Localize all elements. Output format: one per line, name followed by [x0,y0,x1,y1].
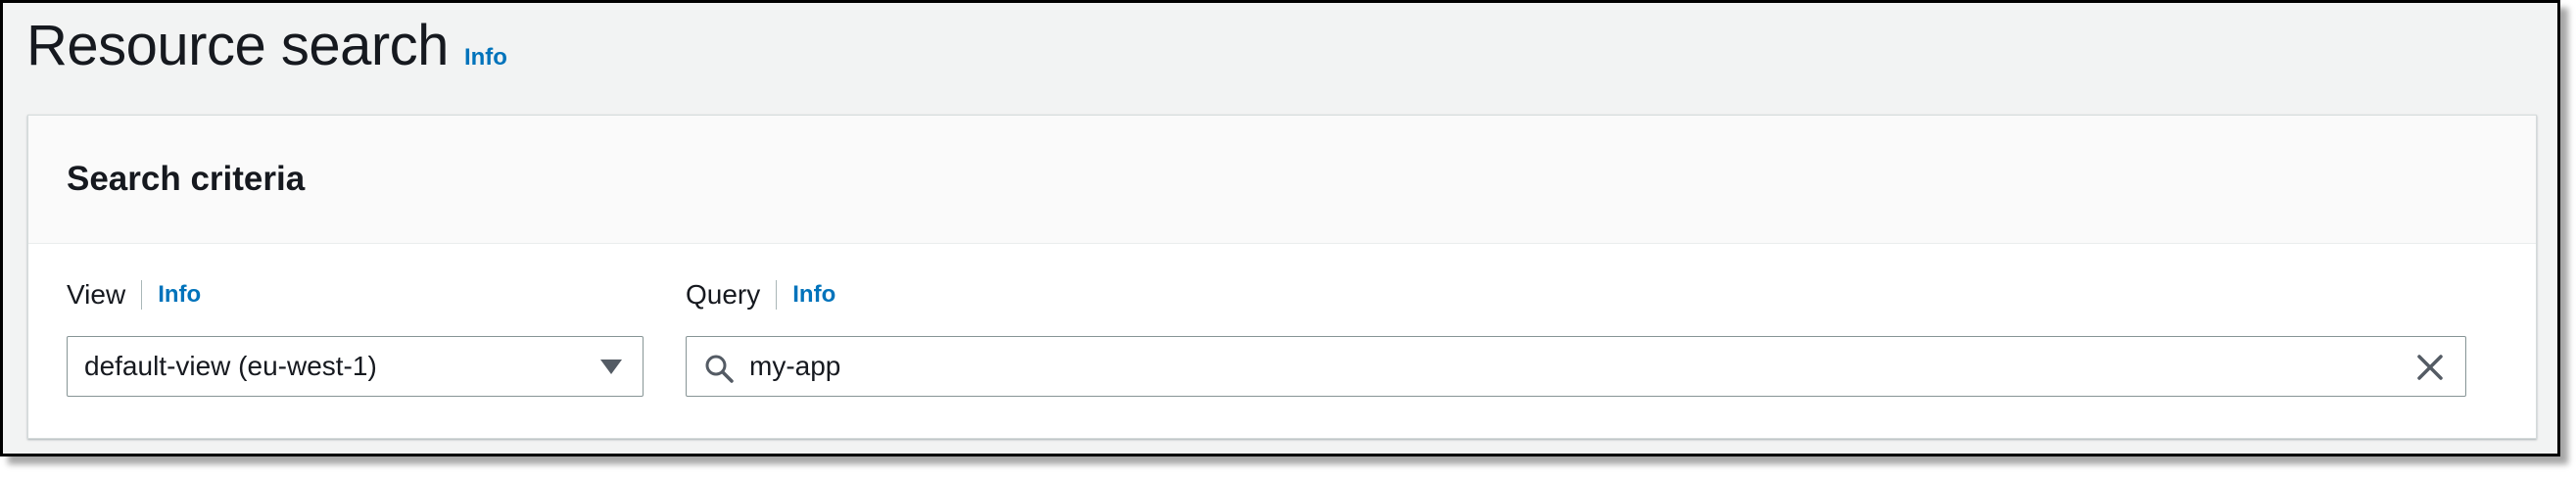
caret-down-icon [600,360,622,374]
query-label-row: Query Info [686,278,835,312]
page-info-link[interactable]: Info [464,44,507,72]
window-frame: Resource search Info Search criteria Vie… [0,0,2560,456]
view-label-divider [141,280,143,310]
query-label-divider [776,280,778,310]
search-criteria-panel: Search criteria View Info default-view (… [27,115,2537,439]
query-info-link[interactable]: Info [792,281,835,309]
search-criteria-header: Search criteria [28,116,2536,244]
view-info-link[interactable]: Info [158,281,201,309]
query-input[interactable]: my-app [749,337,840,396]
page-title: Resource search [26,14,449,77]
query-search-field[interactable]: my-app [686,336,2466,397]
page-header: Resource search Info [26,13,507,81]
query-label: Query [686,279,761,310]
search-icon [705,355,734,383]
clear-icon[interactable] [2416,354,2444,381]
view-select-value: default-view (eu-west-1) [84,351,377,381]
view-select[interactable]: default-view (eu-west-1) [67,336,644,397]
search-criteria-title: Search criteria [67,160,306,198]
view-label-row: View Info [67,278,201,312]
view-label: View [67,279,126,310]
